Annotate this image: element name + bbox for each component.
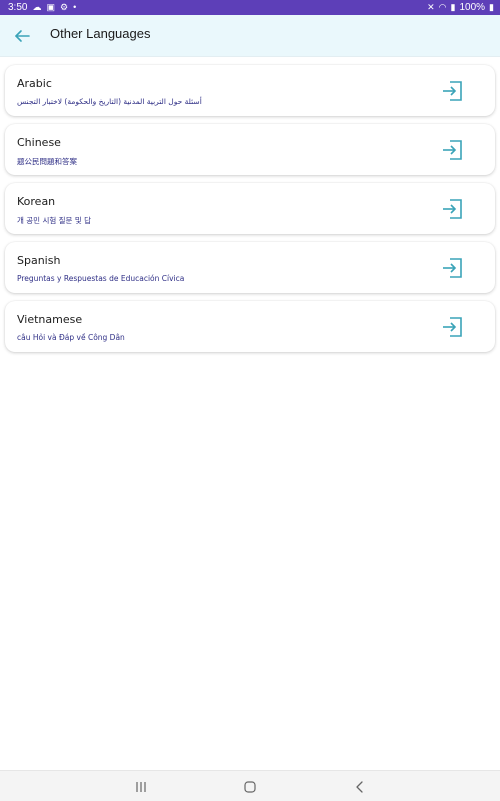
- settings-icon: ⚙: [59, 2, 69, 12]
- cloud-icon: ☁: [32, 2, 42, 12]
- status-time: 3:50: [8, 1, 28, 13]
- mute-icon: ✕: [427, 2, 435, 12]
- language-name: Korean: [17, 195, 56, 208]
- back-nav-button[interactable]: [350, 779, 370, 793]
- app-bar: Other Languages: [0, 15, 500, 57]
- image-icon: ▣: [46, 2, 55, 12]
- navigation-bar: [0, 770, 500, 801]
- wifi-icon: ◠: [438, 2, 447, 12]
- login-icon[interactable]: [441, 197, 465, 221]
- dot-icon: •: [73, 2, 77, 12]
- back-nav-icon: [356, 781, 363, 793]
- language-subtitle: أسئلة حول التربية المدنية (التاريخ والحك…: [17, 97, 202, 106]
- home-button[interactable]: [240, 779, 260, 793]
- login-icon[interactable]: [441, 315, 465, 339]
- language-subtitle: câu Hỏi và Đáp về Công Dân: [17, 333, 125, 342]
- back-button[interactable]: [13, 27, 33, 45]
- language-subtitle: 개 공민 시험 질문 및 답: [17, 216, 92, 225]
- login-icon[interactable]: [441, 138, 465, 162]
- language-subtitle: Preguntas y Respuestas de Educación Cívi…: [17, 274, 185, 283]
- language-name: Vietnamese: [17, 313, 83, 326]
- recent-apps-button[interactable]: [131, 779, 151, 793]
- status-left: 3:50 ☁ ▣ ⚙ •: [8, 1, 76, 13]
- language-item-chinese[interactable]: Chinese 题公民問題和答案: [5, 124, 495, 175]
- back-arrow-icon: [15, 30, 30, 42]
- language-item-arabic[interactable]: Arabic أسئلة حول التربية المدنية (التاري…: [5, 65, 495, 116]
- language-item-vietnamese[interactable]: Vietnamese câu Hỏi và Đáp về Công Dân: [5, 301, 495, 352]
- signal-icon: ▮: [450, 2, 456, 12]
- login-icon[interactable]: [441, 79, 465, 103]
- language-name: Chinese: [17, 136, 61, 149]
- language-name: Arabic: [17, 77, 52, 90]
- language-name: Spanish: [17, 254, 61, 267]
- status-bar: 3:50 ☁ ▣ ⚙ • ✕ ◠ ▮ 100% ▮: [0, 0, 500, 15]
- language-item-korean[interactable]: Korean 개 공민 시험 질문 및 답: [5, 183, 495, 234]
- home-icon: [244, 781, 256, 793]
- page-title: Other Languages: [50, 26, 151, 41]
- status-right: ✕ ◠ ▮ 100% ▮: [427, 1, 494, 13]
- recent-apps-icon: [136, 782, 146, 792]
- battery-icon: ▮: [489, 2, 494, 12]
- battery-percent: 100%: [459, 1, 486, 13]
- language-item-spanish[interactable]: Spanish Preguntas y Respuestas de Educac…: [5, 242, 495, 293]
- language-list: Arabic أسئلة حول التربية المدنية (التاري…: [5, 65, 495, 360]
- language-subtitle: 题公民問題和答案: [17, 157, 77, 166]
- login-icon[interactable]: [441, 256, 465, 280]
